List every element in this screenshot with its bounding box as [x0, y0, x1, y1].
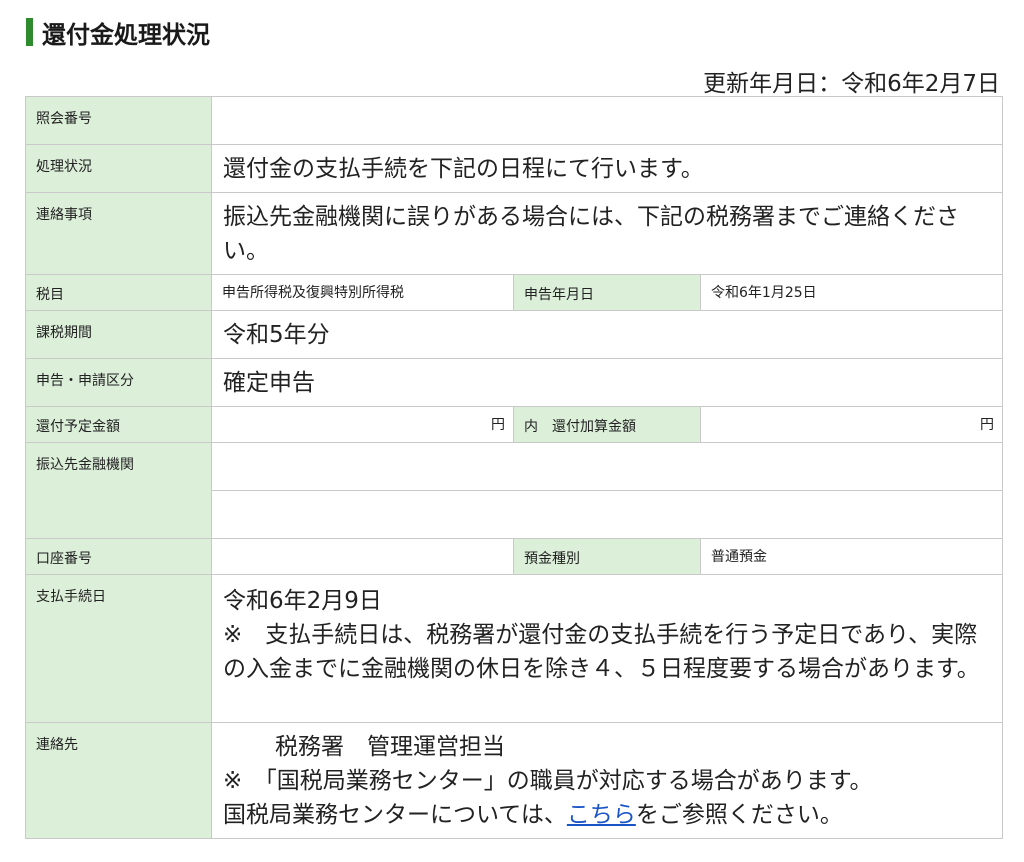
refund-amount-unit: 円	[211, 406, 514, 443]
bank-label: 振込先金融機関	[25, 442, 212, 539]
contact-reference: 国税局業務センターについては、こちらをご参照ください。	[223, 798, 994, 832]
refund-amount-label: 還付予定金額	[25, 406, 212, 443]
status-value: 還付金の支払手続を下記の日程にて行います。	[210, 144, 1004, 193]
row-notice: 連絡事項 振込先金融機関に誤りがある場合には、下記の税務署までご連絡ください。	[25, 192, 1004, 275]
contact-label: 連絡先	[25, 722, 212, 839]
page-title: 還付金処理状況	[26, 16, 210, 49]
category-value: 確定申告	[210, 358, 1004, 407]
contact-cell: 税務署 管理運営担当 ※ 「国税局業務センター」の職員が対応する場合があります。…	[210, 722, 1004, 839]
tax-item-value: 申告所得税及復興特別所得税	[211, 274, 514, 311]
account-number-label: 口座番号	[25, 538, 212, 575]
row-tax-item: 税目 申告所得税及復興特別所得税 申告年月日 令和6年1月25日	[25, 274, 1004, 311]
contact-ref-link[interactable]: こちら	[567, 802, 636, 828]
page-title-text: 還付金処理状況	[42, 20, 210, 49]
period-value: 令和5年分	[210, 310, 1004, 359]
row-bank-1: 振込先金融機関	[25, 442, 1004, 539]
filing-date-label: 申告年月日	[513, 274, 701, 311]
row-category: 申告・申請区分 確定申告	[25, 358, 1004, 407]
additional-amount-unit: 円	[699, 406, 1004, 443]
updated-date: 更新年月日：令和6年2月7日	[703, 71, 1000, 97]
notice-value: 振込先金融機関に誤りがある場合には、下記の税務署までご連絡ください。	[210, 192, 1004, 275]
contact-office: 税務署 管理運営担当	[275, 734, 505, 760]
notice-label: 連絡事項	[25, 192, 212, 275]
contact-ref-prefix: 国税局業務センターについては、	[223, 802, 567, 828]
row-status: 処理状況 還付金の支払手続を下記の日程にて行います。	[25, 144, 1004, 193]
row-account: 口座番号 預金種別 普通預金	[25, 538, 1004, 575]
refund-status-table: 照会番号 処理状況 還付金の支払手続を下記の日程にて行います。 連絡事項 振込先…	[25, 96, 1004, 839]
payment-date-cell: 令和6年2月9日 ※ 支払手続日は、税務署が還付金の支払手続を行う予定日であり、…	[210, 574, 1004, 723]
deposit-type-label: 預金種別	[513, 538, 701, 575]
row-payment-date: 支払手続日 令和6年2月9日 ※ 支払手続日は、税務署が還付金の支払手続を行う予…	[25, 574, 1004, 723]
payment-date-value: 令和6年2月9日	[223, 588, 382, 614]
contact-note: ※ 「国税局業務センター」の職員が対応する場合があります。	[223, 768, 873, 794]
title-accent-bar	[26, 18, 33, 46]
row-amount: 還付予定金額 円 内 還付加算金額 円	[25, 406, 1004, 443]
payment-date-label: 支払手続日	[25, 574, 212, 723]
additional-amount-label: 内 還付加算金額	[513, 406, 701, 443]
status-label: 処理状況	[25, 144, 212, 193]
bank-value-2	[210, 490, 1004, 539]
category-label: 申告・申請区分	[25, 358, 212, 407]
row-period: 課税期間 令和5年分	[25, 310, 1004, 359]
row-reference: 照会番号	[25, 96, 1004, 145]
period-label: 課税期間	[25, 310, 212, 359]
reference-value	[210, 96, 1004, 145]
deposit-type-value: 普通預金	[699, 538, 1004, 575]
bank-value-1	[210, 442, 1004, 491]
filing-date-value: 令和6年1月25日	[699, 274, 1004, 311]
contact-ref-suffix: をご参照ください。	[635, 802, 843, 828]
payment-date-note: ※ 支払手続日は、税務署が還付金の支払手続を行う予定日であり、実際の入金までに金…	[223, 622, 980, 682]
reference-label: 照会番号	[25, 96, 212, 145]
account-number-value	[211, 538, 514, 575]
tax-item-label: 税目	[25, 274, 212, 311]
row-contact: 連絡先 税務署 管理運営担当 ※ 「国税局業務センター」の職員が対応する場合があ…	[25, 722, 1004, 839]
